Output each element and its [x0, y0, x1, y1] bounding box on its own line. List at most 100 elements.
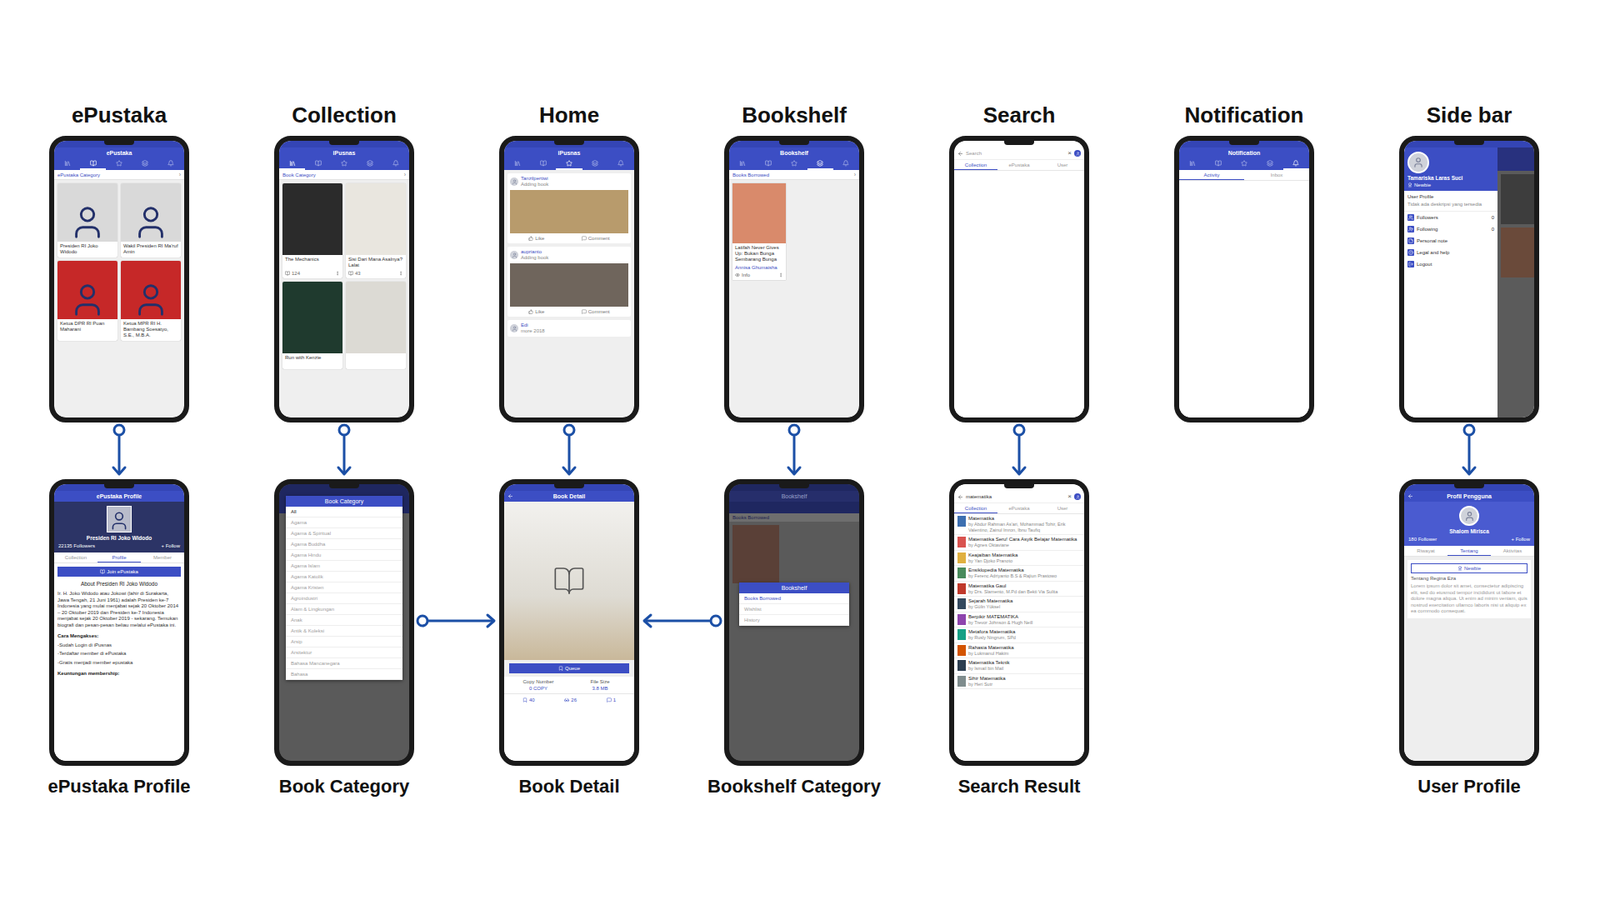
avatar[interactable]	[1407, 151, 1430, 174]
book-card[interactable]: Run with Kenzie	[282, 281, 343, 370]
category-item[interactable]: Agama Katolik	[285, 571, 403, 583]
result-row[interactable]: Matematikaby Abdur Rahman As'ari, Mohamm…	[954, 514, 1085, 535]
stat[interactable]: 26	[564, 697, 577, 703]
category-item[interactable]: Arsip	[285, 636, 403, 648]
nav-tab[interactable]	[755, 158, 781, 170]
section-header[interactable]: ePustaka Category›	[54, 170, 185, 180]
clear-button[interactable]: ×	[1067, 150, 1072, 157]
category-item[interactable]: Agama Hindu	[285, 550, 403, 561]
category-item[interactable]: Agama Kristen	[285, 582, 403, 594]
category-item[interactable]: All	[285, 506, 403, 518]
book-banner[interactable]	[510, 263, 629, 307]
drawer-item[interactable]: Logout	[1404, 258, 1498, 270]
like-button[interactable]: Like	[528, 235, 545, 241]
category-item[interactable]: Arsitektur	[285, 647, 403, 659]
nav-tab[interactable]	[555, 158, 582, 170]
tab[interactable]: Inbox	[1244, 170, 1310, 180]
nav-tab[interactable]	[833, 158, 860, 170]
section-header[interactable]: Book Category›	[279, 170, 410, 180]
category-item[interactable]: Alam & Lingkungan	[285, 604, 403, 615]
category-item[interactable]: Agroindustri	[285, 593, 403, 605]
profile-card[interactable]: Ketua DPR RI Puan Maharani	[57, 260, 118, 341]
nav-tab[interactable]	[158, 158, 185, 170]
tab[interactable]: Riwayat	[1404, 545, 1448, 556]
user-name[interactable]: Tanzilpertiwi	[520, 175, 549, 182]
tab[interactable]: Aktivitas	[1490, 545, 1535, 556]
search-input[interactable]: matematika	[965, 494, 1065, 500]
drawer-item[interactable]: Followers0	[1404, 211, 1498, 224]
result-row[interactable]: Matematika Teknikby Ismail bin Mail	[954, 658, 1085, 675]
level-badge[interactable]: Newbie	[1410, 563, 1528, 574]
stat[interactable]: 1	[606, 697, 616, 703]
nav-tab[interactable]	[1205, 158, 1231, 170]
nav-tab[interactable]	[357, 158, 384, 170]
nav-tab[interactable]	[729, 158, 755, 170]
user-filter-button[interactable]	[1074, 150, 1081, 157]
category-item[interactable]: Bahasa Mancanegara	[285, 658, 403, 670]
nav-tab[interactable]	[1283, 158, 1310, 170]
category-item[interactable]: Antik & Koleksi	[285, 625, 403, 637]
nav-tab[interactable]	[1257, 158, 1284, 170]
drawer-item[interactable]: Personal note	[1404, 235, 1498, 247]
profile-card[interactable]: Ketua MPR RI H. Bambang Soesatyo, S.E., …	[120, 260, 181, 341]
category-item[interactable]: Anak	[285, 615, 403, 626]
nav-tab[interactable]	[807, 158, 834, 170]
queue-button[interactable]: Queue	[509, 663, 630, 674]
follow-button[interactable]: + Follow	[160, 543, 180, 549]
book-card[interactable]	[345, 281, 406, 370]
comment-button[interactable]: Comment	[581, 235, 610, 241]
nav-tab[interactable]	[279, 158, 305, 170]
result-row[interactable]: Berpikir MATEMATIKAby Trevor Johnson & H…	[954, 612, 1085, 629]
result-row[interactable]: Matematika Seru! Cara Asyik Belajar Mate…	[954, 535, 1085, 551]
nav-tab[interactable]	[105, 158, 132, 170]
shelf-option[interactable]: Books Borrowed	[739, 593, 850, 605]
result-row[interactable]: Sejarah Matematikaby Gülin Yüksel	[954, 596, 1085, 613]
result-row[interactable]: Matematika Gaulby Drs. Slamento, M.Pd da…	[954, 581, 1085, 598]
shelf-option[interactable]: History	[739, 615, 850, 626]
profile-card[interactable]: Presiden RI Joko Widodo	[57, 183, 118, 258]
tab[interactable]: Member	[140, 552, 185, 563]
result-row[interactable]: Metafora Matematikaby Rusly Ningrum, SPd	[954, 627, 1085, 644]
nav-tab[interactable]	[330, 158, 357, 170]
tab[interactable]: Activity	[1179, 170, 1245, 180]
nav-tab[interactable]	[1230, 158, 1257, 170]
nav-tab[interactable]	[582, 158, 609, 170]
nav-tab[interactable]	[780, 158, 807, 170]
drawer-item[interactable]: Legal and help	[1404, 246, 1498, 259]
user-name[interactable]: Edi	[520, 322, 545, 329]
tab[interactable]: ePustaka	[997, 503, 1041, 514]
tab[interactable]: User	[1040, 503, 1085, 514]
book-card[interactable]: The Mechanics124	[282, 183, 343, 279]
shelf-option[interactable]: Wishlist	[739, 604, 850, 615]
result-row[interactable]: Sihir Matematikaby Heri Sutr	[954, 674, 1085, 690]
clear-button[interactable]: ×	[1067, 493, 1072, 500]
category-item[interactable]: Agama	[285, 517, 403, 529]
nav-tab[interactable]	[1179, 158, 1205, 170]
tab[interactable]: ePustaka	[997, 160, 1041, 170]
category-item[interactable]: Agama Islam	[285, 560, 403, 572]
nav-tab[interactable]	[132, 158, 159, 170]
like-button[interactable]: Like	[528, 309, 545, 315]
profile-link[interactable]: User ProfileTidak ada deskripsi yang ter…	[1404, 190, 1498, 212]
profile-card[interactable]: Wakil Presiden RI Ma'ruf Amin	[120, 183, 181, 258]
nav-tab[interactable]	[608, 158, 635, 170]
tab[interactable]: Tentang	[1447, 545, 1491, 556]
result-row[interactable]: Rahasia Matematikaby Lukmanul Hakim	[954, 643, 1085, 660]
stat[interactable]: 40	[522, 697, 535, 703]
tab[interactable]: Collection	[954, 503, 998, 514]
nav-tab[interactable]	[54, 158, 80, 170]
tab[interactable]: Collection	[54, 552, 98, 563]
category-item[interactable]: Agama & Spiritual	[285, 528, 403, 540]
tab[interactable]: User	[1040, 160, 1085, 170]
drawer-item[interactable]: Following0	[1404, 223, 1498, 235]
nav-tab[interactable]	[504, 158, 530, 170]
search-input[interactable]: Search	[965, 150, 1065, 156]
nav-tab[interactable]	[383, 158, 410, 170]
category-item[interactable]: Agama Buddha	[285, 539, 403, 550]
nav-tab[interactable]	[80, 158, 106, 170]
user-filter-button[interactable]	[1074, 493, 1081, 500]
category-item[interactable]: Bahasa	[285, 669, 403, 680]
nav-tab[interactable]	[530, 158, 556, 170]
result-row[interactable]: Keajaiban Matematikaby Yan Djoko Pranoto	[954, 550, 1085, 567]
user-name[interactable]: auprianto	[520, 249, 549, 255]
